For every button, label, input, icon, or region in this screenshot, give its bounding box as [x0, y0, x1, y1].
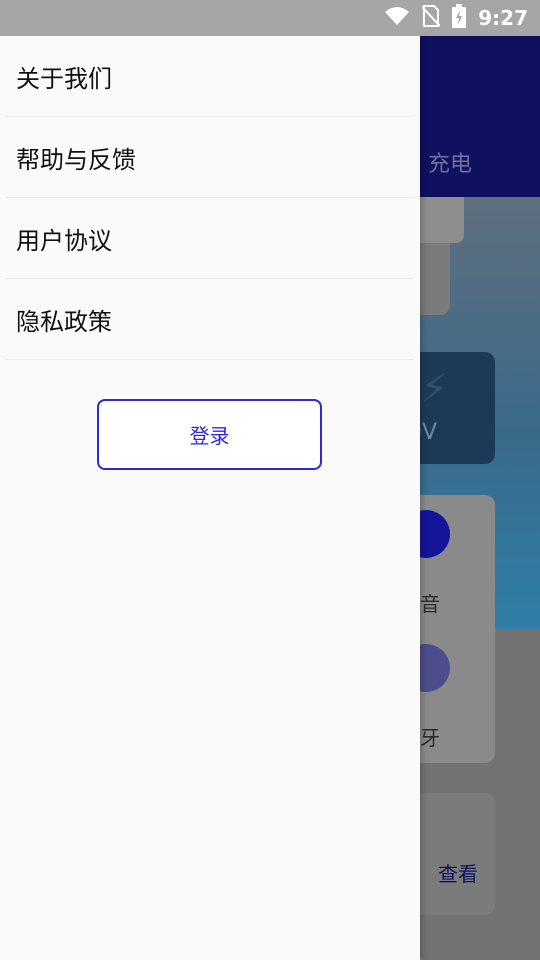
background-function-label: 牙: [420, 726, 440, 750]
menu-item-privacy-policy[interactable]: 隐私政策: [0, 279, 420, 360]
drawer-menu: 关于我们 帮助与反馈 用户协议 隐私政策: [0, 36, 420, 360]
menu-item-help-feedback[interactable]: 帮助与反馈: [0, 117, 420, 198]
menu-item-label: 隐私政策: [16, 308, 112, 336]
menu-item-user-agreement[interactable]: 用户协议: [0, 198, 420, 279]
menu-item-label: 关于我们: [16, 65, 112, 93]
menu-item-about-us[interactable]: 关于我们: [0, 36, 420, 117]
wifi-icon: [384, 6, 410, 30]
background-tab-charge: 充电: [428, 152, 473, 177]
background-view-link: 查看: [438, 862, 478, 886]
menu-item-label: 帮助与反馈: [16, 146, 136, 174]
battery-charging-icon: [452, 4, 467, 32]
background-function-label: 音: [420, 592, 440, 616]
login-button[interactable]: 登录: [97, 399, 322, 470]
status-bar: 9:27: [0, 0, 540, 36]
status-icons: 9:27: [384, 0, 528, 36]
menu-item-label: 用户协议: [16, 227, 112, 255]
navigation-drawer: 关于我们 帮助与反馈 用户协议 隐私政策 登录: [0, 36, 420, 960]
lightning-icon: ⚡: [420, 366, 449, 412]
status-time: 9:27: [478, 6, 528, 30]
no-sim-icon: [421, 5, 441, 31]
